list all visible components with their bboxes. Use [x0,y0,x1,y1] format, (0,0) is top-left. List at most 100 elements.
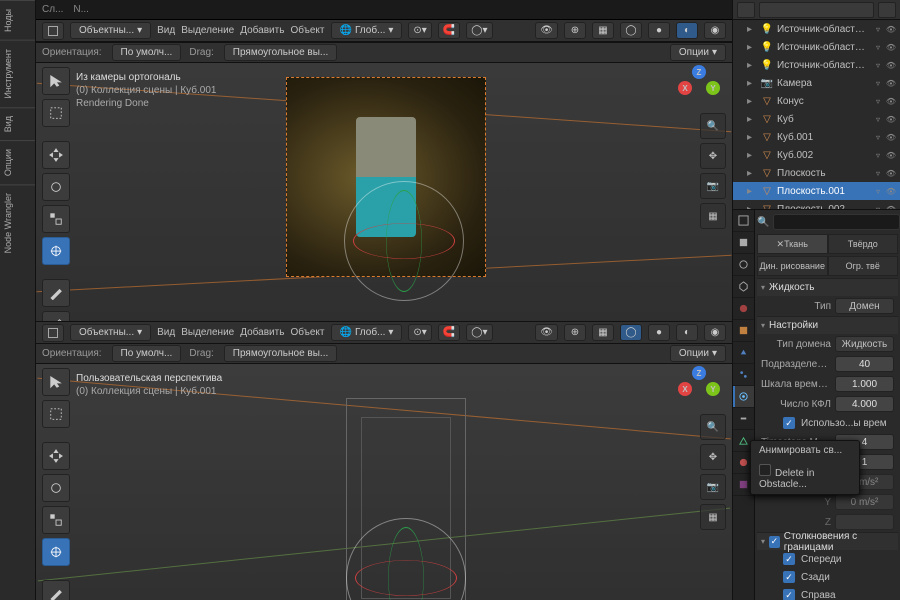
viewport-canvas[interactable]: X Y Z 🔍 ✥ 📷 ▦ Из камеры ортогональ (0) К… [36,63,732,321]
shading-rendered[interactable]: ◉ [704,22,726,39]
collisions-enable-checkbox[interactable] [769,536,780,548]
expand-arrow-icon[interactable]: ▸ [747,42,757,53]
restrict-viewport-icon[interactable]: 👁 [886,60,896,70]
rotate-tool[interactable] [42,173,70,201]
xray-toggle[interactable]: ▦ [592,22,614,39]
mode-dropdown[interactable]: Объектны... ▾ [70,324,151,341]
outliner-item[interactable]: ▸▽Куб.002▿👁 [733,146,900,164]
select-box-tool[interactable] [42,400,70,428]
menu-add[interactable]: Добавить [240,327,284,338]
pan-icon[interactable]: ✥ [700,143,726,169]
pivot-dropdown[interactable]: ⊙▾ [408,22,431,39]
gizmo-toggle[interactable]: ⊕ [564,22,586,39]
physics-tab-dynpaint[interactable]: Дин. рисование [757,256,828,276]
fluid-type-select[interactable]: Домен [835,298,894,314]
properties-search-input[interactable] [773,214,900,230]
restrict-select-icon[interactable]: ▿ [873,150,883,160]
physics-tab-cloth[interactable]: ✕ Ткань [757,234,828,254]
expand-arrow-icon[interactable]: ▸ [747,132,757,143]
camera-view-icon[interactable]: 📷 [700,474,726,500]
restrict-select-icon[interactable]: ▿ [873,24,883,34]
restrict-viewport-icon[interactable]: 👁 [886,114,896,124]
shading-material[interactable]: ◐ [676,324,698,341]
restrict-viewport-icon[interactable]: 👁 [886,150,896,160]
shading-solid[interactable]: ● [648,324,670,341]
outliner-search[interactable] [759,2,874,18]
nav-gizmo[interactable]: X Y Z [674,65,722,113]
scale-tool[interactable] [42,205,70,233]
resolution-field[interactable]: 40 [835,356,894,372]
outliner-item[interactable]: ▸▽Куб.001▿👁 [733,128,900,146]
perspective-toggle-icon[interactable]: ▦ [700,504,726,530]
options-dropdown[interactable]: Опции ▾ [670,345,726,362]
prop-tab-constraints[interactable] [733,408,754,430]
gravity-y-field[interactable]: 0 m/s² [835,494,894,510]
prop-tab-object[interactable] [733,320,754,342]
outliner-item[interactable]: ▸💡Источник-область.004▿👁 [733,56,900,74]
rotate-tool[interactable] [42,474,70,502]
topbar-item[interactable]: Сл... [42,4,63,15]
xray-toggle[interactable]: ▦ [592,324,614,341]
options-dropdown[interactable]: Опции ▾ [670,44,726,61]
menu-object[interactable]: Объект [290,327,324,338]
shading-rendered[interactable]: ◉ [704,324,726,341]
zoom-icon[interactable]: 🔍 [700,113,726,139]
viewport-canvas[interactable]: X Y Z 🔍 ✥ 📷 ▦ Пользовательская перспекти… [36,364,732,600]
prop-tab-output[interactable] [733,232,754,254]
restrict-viewport-icon[interactable]: 👁 [886,24,896,34]
prop-tab-physics[interactable] [733,386,754,408]
pan-icon[interactable]: ✥ [700,444,726,470]
prop-tab-modifiers[interactable] [733,342,754,364]
axis-x[interactable]: X [678,81,692,95]
restrict-viewport-icon[interactable]: 👁 [886,132,896,142]
rail-tab-nodes[interactable]: Ноды [0,0,35,40]
orientation-dropdown[interactable]: 🌐 Глоб... ▾ [331,324,403,341]
pivot-dropdown[interactable]: ⊙▾ [408,324,431,341]
outliner-item[interactable]: ▸💡Источник-область.003▿👁 [733,38,900,56]
context-menu-delete-obstacle[interactable]: Delete in Obstacle... [755,460,859,494]
physics-tab-rigidbody[interactable]: Твёрдо [828,234,899,254]
outliner-item[interactable]: ▸▽Плоскость▿👁 [733,164,900,182]
cfl-field[interactable]: 4.000 [835,396,894,412]
editor-type-dropdown[interactable] [42,22,64,40]
collision-checkbox[interactable] [783,553,795,565]
snap-toggle[interactable]: 🧲 [438,22,460,39]
restrict-select-icon[interactable]: ▿ [873,168,883,178]
menu-view[interactable]: Вид [157,327,175,338]
menu-object[interactable]: Объект [290,25,324,36]
restrict-select-icon[interactable]: ▿ [873,78,883,88]
mode-dropdown[interactable]: Объектны... ▾ [70,22,151,39]
expand-arrow-icon[interactable]: ▸ [747,114,757,125]
restrict-select-icon[interactable]: ▿ [873,114,883,124]
prop-tab-particles[interactable] [733,364,754,386]
prop-tab-world[interactable] [733,298,754,320]
adaptive-timesteps-checkbox[interactable] [783,417,795,429]
overlay-toggle[interactable]: 👁 [535,22,558,39]
panel-border-collisions[interactable]: Столкновения с границами [757,532,898,550]
expand-arrow-icon[interactable]: ▸ [747,168,757,179]
shading-material[interactable]: ◐ [676,22,698,39]
nav-gizmo[interactable]: X Y Z [674,366,722,414]
shading-wireframe[interactable]: ◯ [620,324,642,341]
drag-value[interactable]: Прямоугольное вы... [224,345,337,362]
outliner-filter-icon[interactable] [878,2,896,18]
collision-checkbox[interactable] [783,571,795,583]
rail-tab-view[interactable]: Вид [0,107,35,140]
snap-toggle[interactable]: 🧲 [438,324,460,341]
drag-value[interactable]: Прямоугольное вы... [224,44,337,61]
move-tool[interactable] [42,141,70,169]
axis-z[interactable]: Z [692,65,706,79]
prop-tab-scene[interactable] [733,276,754,298]
expand-arrow-icon[interactable]: ▸ [747,78,757,89]
expand-arrow-icon[interactable]: ▸ [747,60,757,71]
transform-tool[interactable] [42,538,70,566]
restrict-viewport-icon[interactable]: 👁 [886,168,896,178]
measure-tool[interactable] [42,311,70,321]
rotation-gizmo[interactable] [344,181,464,301]
move-tool[interactable] [42,442,70,470]
restrict-select-icon[interactable]: ▿ [873,42,883,52]
axis-z[interactable]: Z [692,366,706,380]
context-menu-animate[interactable]: Анимировать св... [755,441,859,460]
cursor-tool[interactable] [42,67,70,95]
panel-settings[interactable]: Настройки [757,316,898,334]
